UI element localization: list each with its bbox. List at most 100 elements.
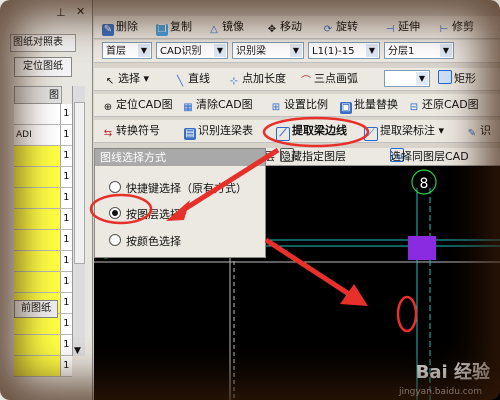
scrollbar-thumb[interactable] [74,102,85,264]
option-shortcut[interactable]: 快捷键选择（原有方式） [109,180,247,196]
drawing-name-cell [14,230,60,250]
rotate-icon: ⟳ [323,24,333,35]
vertical-scrollbar[interactable] [72,86,85,356]
batch-replace-button[interactable]: ▣ 批量替换 [340,94,398,116]
chevron-down-icon: ▼ [416,72,428,85]
drawing-num-cell: 1 [59,293,72,313]
drawing-name-cell [14,209,60,229]
point-length-icon: ⊹ [229,76,239,87]
draw-toolbar: ↖ 选择 ▾ ╲ 直线 ⊹ 点加长度 ⌒ 三点画弧 ▼ 矩形 [94,68,500,91]
clear-cad-button[interactable]: ▦ 清除CAD图 [182,94,252,116]
three-point-arc-button[interactable]: ⌒ 三点画弧 [300,68,358,90]
table-row[interactable]: 1 [14,104,72,125]
table-row[interactable]: 1 [14,356,72,377]
column-block [408,236,436,260]
copy-button[interactable]: ❐ 复制 [156,16,192,38]
drawing-name-cell: ADI [14,125,60,145]
drawing-num-cell: 1 [59,167,72,187]
chevron-down-icon: ▼ [138,44,150,57]
drawing-num-cell: 1 [59,314,72,334]
table-icon: ▤ [184,128,196,140]
axis-number: 8 [420,176,429,192]
current-drawing-button[interactable]: 前图纸 [14,300,58,318]
arc-mode-select[interactable]: ▼ [384,70,430,87]
popup-title: 图线选择方式 [95,149,265,166]
table-row[interactable]: 1 [14,335,72,356]
chevron-down-icon: ▼ [366,44,378,57]
layer-select[interactable]: 分层1 ▼ [384,42,454,59]
drawing-name-cell [14,167,60,187]
extract-beam-label-button[interactable]: ⟋ 提取梁标注 ▾ [364,120,444,142]
move-button[interactable]: ✥ 移动 [266,16,302,38]
drawing-name-cell [14,146,60,166]
table-row[interactable]: 1 [14,167,72,188]
drawing-name-cell [14,272,60,292]
set-scale-button[interactable]: ⊞ 设置比例 [270,94,328,116]
identify-beam-select[interactable]: 识别梁 ▼ [232,42,304,59]
line-icon: ╲ [176,76,184,87]
extract-edge-icon: ⟋ [276,127,290,141]
radio-by-color[interactable] [109,234,121,246]
restore-cad-button[interactable]: ⊟ 还原CAD图 [408,94,479,116]
point-length-button[interactable]: ⊹ 点加长度 [228,68,286,90]
cad-identify-select[interactable]: CAD识别 ▼ [156,42,228,59]
radio-shortcut[interactable] [109,181,121,193]
watermark-url: jingyan.baidu.com [398,387,482,397]
convert-symbol-button[interactable]: ⇆ 转换符号 [102,120,160,142]
locate-cad-button[interactable]: ⊕ 定位CAD图 [102,94,173,116]
more-tools-button[interactable]: ✎ 识 [466,120,491,142]
more-icon: ✎ [467,128,477,139]
drawing-num-cell: 1 [59,146,72,166]
drawing-name-cell [14,356,60,376]
table-row[interactable]: 1 [14,251,72,272]
drawing-num-cell: 1 [59,251,72,271]
rotate-button[interactable]: ⟳ 旋转 [322,16,358,38]
select-button[interactable]: ↖ 选择 ▾ [104,68,149,90]
table-row[interactable]: 1 [14,146,72,167]
radio-by-layer[interactable] [109,207,121,219]
line-select-mode-popup: 图线选择方式 快捷键选择（原有方式） 按图层选择 按颜色选择 [94,148,266,258]
beam-type-select[interactable]: L1(1)-15 ▼ [308,42,380,59]
delete-button[interactable]: ✎ 删除 [102,16,138,38]
drawing-list-panel: ⊥ ✕ 图纸对照表 定位图纸 图 1 ADI 1 1 1 1 1 1 1 1 1 1 1 1 前图纸 ▼ [0,0,93,400]
cad-toolbar: ⊕ 定位CAD图 ▦ 清除CAD图 ⊞ 设置比例 ▣ 批量替换 ⊟ 还原CAD图 [94,94,500,117]
table-row[interactable]: 1 [14,230,72,251]
scale-icon: ⊞ [271,102,281,113]
chevron-down-icon: ▼ [440,44,452,57]
extend-icon: ⊣ [385,24,395,35]
table-row[interactable]: 1 [14,188,72,209]
drawing-num-cell: 1 [59,272,72,292]
close-icon[interactable]: ✕ [76,5,85,18]
identify-beam-table-button[interactable]: ▤ 识别连梁表 [184,120,253,142]
replace-icon: ▣ [340,102,352,114]
extend-button[interactable]: ⊣ 延伸 [384,16,420,38]
edit-toolbar: ✎ 删除 ❐ 复制 △ 镜像 ✥ 移动 ⟳ 旋转 ⊣ 延伸 ⊢ 修剪 [94,16,500,39]
pin-icon[interactable]: ⊥ [56,6,66,19]
table-row[interactable]: 1 [14,272,72,293]
drawing-list: 1 ADI 1 1 1 1 1 1 1 1 1 1 1 1 [14,104,72,377]
drawing-num-cell: 1 [59,104,72,124]
restore-icon: ⊟ [409,102,419,113]
tab-drawing-table[interactable]: 图纸对照表 [10,34,76,52]
move-icon: ✥ [267,24,277,35]
drawing-name-cell [14,335,60,355]
floor-select[interactable]: 首层 ▼ [102,42,152,59]
chevron-down-icon: ▼ [290,44,302,57]
table-row[interactable]: ADI 1 [14,125,72,146]
drawing-num-cell: 1 [59,209,72,229]
table-row[interactable]: 1 [14,209,72,230]
scroll-down-icon[interactable]: ▼ [74,346,81,356]
option-by-layer[interactable]: 按图层选择 [109,206,181,222]
trim-button[interactable]: ⊢ 修剪 [438,16,474,38]
line-button[interactable]: ╲ 直线 [174,68,210,90]
option-by-color[interactable]: 按颜色选择 [109,233,181,249]
drawing-num-cell: 1 [59,356,72,376]
copy-icon: ❐ [156,24,168,36]
extract-label-icon: ⟋ [364,127,378,141]
chevron-down-icon: ▼ [214,44,226,57]
mirror-button[interactable]: △ 镜像 [208,16,244,38]
cursor-icon: ↖ [105,76,115,87]
rect-button[interactable]: 矩形 [438,68,476,90]
locate-drawing-button[interactable]: 定位图纸 [14,57,72,77]
extract-beam-edge-button[interactable]: ⟋ 提取梁边线 [276,120,347,142]
